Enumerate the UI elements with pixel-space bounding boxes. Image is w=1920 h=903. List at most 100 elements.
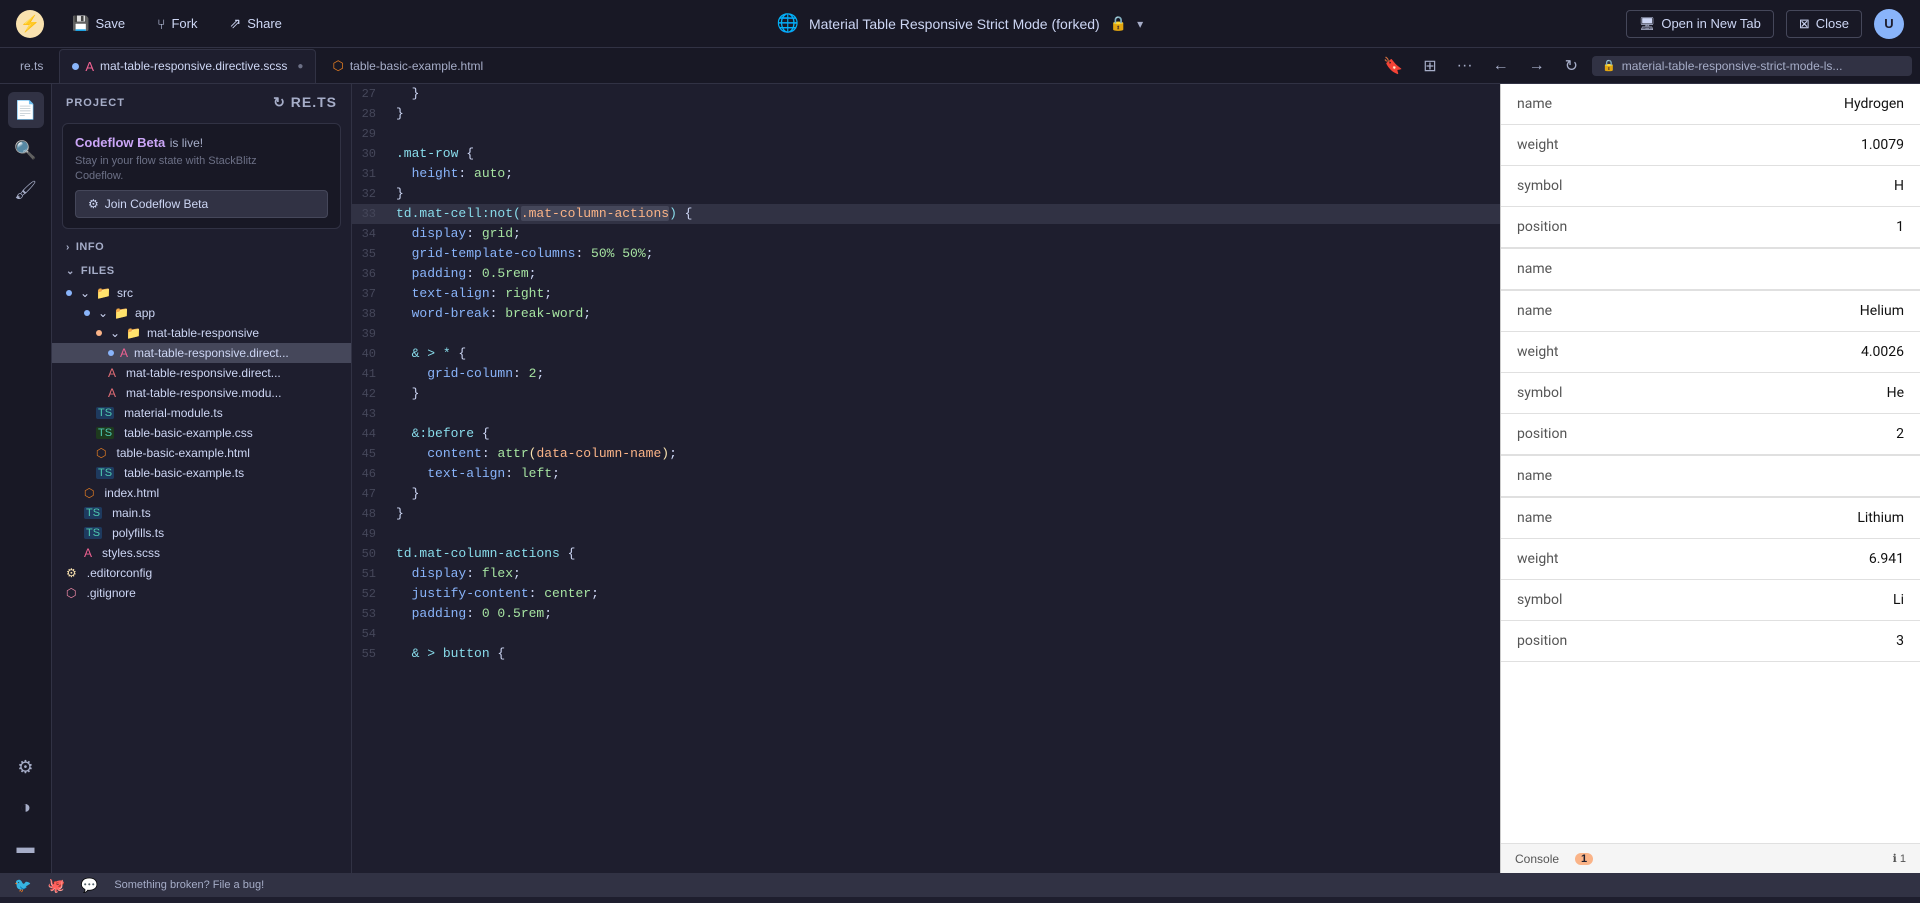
code-line-34: 34 display: grid; [352, 224, 1500, 244]
directive-ts-icon: A [108, 366, 116, 380]
preview-row-li-symbol: symbol Li [1501, 580, 1920, 621]
code-line-35: 35 grid-template-columns: 50% 50%; [352, 244, 1500, 264]
code-line-41: 41 grid-column: 2; [352, 364, 1500, 384]
row-label: weight [1517, 344, 1824, 360]
scss-icon: A [120, 346, 128, 360]
ts-icon: TS [96, 407, 114, 419]
file-item-mat-table-folder[interactable]: ⌄ 📁 mat-table-responsive [52, 323, 351, 343]
settings-sidebar-btn[interactable]: ⚙ [8, 749, 44, 785]
file-item-scss[interactable]: A mat-table-responsive.direct... [52, 343, 351, 363]
scss-label: mat-table-responsive.direct... [134, 346, 289, 360]
forward-btn[interactable]: → [1523, 55, 1551, 77]
tab-label: re.ts [20, 59, 43, 73]
file-item-editorconfig[interactable]: ⚙ .editorconfig [52, 563, 351, 583]
code-line-32: 32 } [352, 184, 1500, 204]
row-value: Li [1824, 592, 1904, 608]
preview-row-li-position: position 3 [1501, 621, 1920, 662]
file-item-table-css[interactable]: TS table-basic-example.css [52, 423, 351, 443]
row-label: symbol [1517, 385, 1824, 401]
layout-icon-btn[interactable]: ⊞ [1417, 54, 1442, 78]
info-icon: ℹ 1 [1893, 852, 1906, 865]
files-section-header[interactable]: ⌄ FILES [52, 259, 351, 283]
file-item-styles-scss[interactable]: A styles.scss [52, 543, 351, 563]
code-editor[interactable]: 27 } 28 } 29 30 .mat-row { 31 height: [352, 84, 1500, 873]
code-line-48: 48 } [352, 504, 1500, 524]
share-icon: ⇗ [229, 15, 241, 32]
tab-dot-blue [72, 63, 79, 70]
css-icon: TS [96, 427, 114, 439]
polyfills-icon: TS [84, 527, 102, 539]
fork-button[interactable]: ⑂ Fork [145, 11, 209, 37]
more-icon-btn[interactable]: ··· [1451, 55, 1479, 77]
info-section-header[interactable]: › INFO [52, 235, 351, 259]
row-label: position [1517, 633, 1824, 649]
code-line-40: 40 & > * { [352, 344, 1500, 364]
code-line-50: 50 td.mat-column-actions { [352, 544, 1500, 564]
dropdown-chevron[interactable]: ▾ [1137, 17, 1143, 31]
table-ts-icon: TS [96, 467, 114, 479]
search-sidebar-btn[interactable]: 🔍 [8, 132, 44, 168]
lock-icon: 🔒 [1110, 15, 1127, 32]
project-sync-icon[interactable]: ↻ re.ts [273, 94, 337, 111]
code-line-28: 28 } [352, 104, 1500, 124]
file-item-module-ts[interactable]: A mat-table-responsive.modu... [52, 383, 351, 403]
back-btn[interactable]: ← [1487, 55, 1515, 77]
editorconfig-icon: ⚙ [66, 566, 77, 580]
code-line-45: 45 content: attr(data-column-name); [352, 444, 1500, 464]
file-panel-header: PROJECT ↻ re.ts [52, 84, 351, 117]
preview-row-h-weight: weight 1.0079 [1501, 125, 1920, 166]
src-expand-icon: ⌄ [80, 286, 90, 300]
code-line-33: 33 td.mat-cell:not(.mat-column-actions) … [352, 204, 1500, 224]
code-line-36: 36 padding: 0.5rem; [352, 264, 1500, 284]
tab-icon: A [85, 59, 94, 74]
material-module-label: material-module.ts [124, 406, 223, 420]
close-button[interactable]: ⊠ Close [1786, 10, 1862, 38]
row-value: 1.0079 [1824, 137, 1904, 153]
globe-icon: 🌐 [777, 13, 799, 34]
polyfills-label: polyfills.ts [112, 526, 164, 540]
file-item-table-html[interactable]: ⬡ table-basic-example.html [52, 443, 351, 463]
console-bar: Console 1 ℹ 1 [1501, 843, 1920, 873]
tab-close-icon[interactable]: ● [297, 61, 303, 72]
code-line-27: 27 } [352, 84, 1500, 104]
file-item-directive-ts[interactable]: A mat-table-responsive.direct... [52, 363, 351, 383]
code-line-47: 47 } [352, 484, 1500, 504]
preview-row-li-weight: weight 6.941 [1501, 539, 1920, 580]
gitignore-icon: ⬡ [66, 586, 76, 600]
refresh-btn[interactable]: ↻ [1559, 54, 1584, 78]
file-item-main-ts[interactable]: TS main.ts [52, 503, 351, 523]
code-line-53: 53 padding: 0 0.5rem; [352, 604, 1500, 624]
row-label: name [1517, 96, 1824, 112]
file-panel: PROJECT ↻ re.ts Codeflow Beta is live! S… [52, 84, 352, 873]
main-ts-label: main.ts [112, 506, 151, 520]
mat-folder-icon: 📁 [126, 326, 141, 340]
panel-sidebar-btn[interactable]: ▬ [8, 829, 44, 865]
tab-re-ts[interactable]: re.ts [8, 49, 55, 83]
file-item-src[interactable]: ⌄ 📁 src [52, 283, 351, 303]
file-item-material-module[interactable]: TS material-module.ts [52, 403, 351, 423]
share-button[interactable]: ⇗ Share [217, 10, 293, 37]
close-square-icon: ⊠ [1799, 16, 1810, 32]
join-codeflow-button[interactable]: ⚙ Join Codeflow Beta [75, 190, 328, 218]
tab-html[interactable]: ⬡ table-basic-example.html [320, 49, 495, 83]
files-sidebar-btn[interactable]: 📄 [8, 92, 44, 128]
file-item-gitignore[interactable]: ⬡ .gitignore [52, 583, 351, 603]
avatar[interactable]: U [1874, 9, 1904, 39]
file-item-index-html[interactable]: ⬡ index.html [52, 483, 351, 503]
tab-label: mat-table-responsive.directive.scss [100, 59, 287, 73]
theme-sidebar-btn[interactable]: ◑ [8, 789, 44, 825]
file-item-app[interactable]: ⌄ 📁 app [52, 303, 351, 323]
file-tree: ⌄ 📁 src ⌄ 📁 app ⌄ 📁 mat-table-responsive [52, 283, 351, 873]
codeflow-line1: Stay in your flow state with StackBlitz [75, 155, 328, 167]
brush-sidebar-btn[interactable]: 🖌 [8, 172, 44, 208]
app-label: app [135, 306, 155, 320]
settings-icon-btn[interactable]: 🔖 [1377, 54, 1409, 78]
open-in-new-tab-button[interactable]: 🖥 Open in New Tab [1626, 10, 1774, 38]
file-item-table-ts[interactable]: TS table-basic-example.ts [52, 463, 351, 483]
code-line-51: 51 display: flex; [352, 564, 1500, 584]
file-item-polyfills[interactable]: TS polyfills.ts [52, 523, 351, 543]
tab-scss[interactable]: A mat-table-responsive.directive.scss ● [59, 49, 316, 83]
editor-area: 27 } 28 } 29 30 .mat-row { 31 height: [352, 84, 1500, 873]
save-button[interactable]: 💾 Save [60, 10, 137, 37]
code-line-44: 44 &:before { [352, 424, 1500, 444]
